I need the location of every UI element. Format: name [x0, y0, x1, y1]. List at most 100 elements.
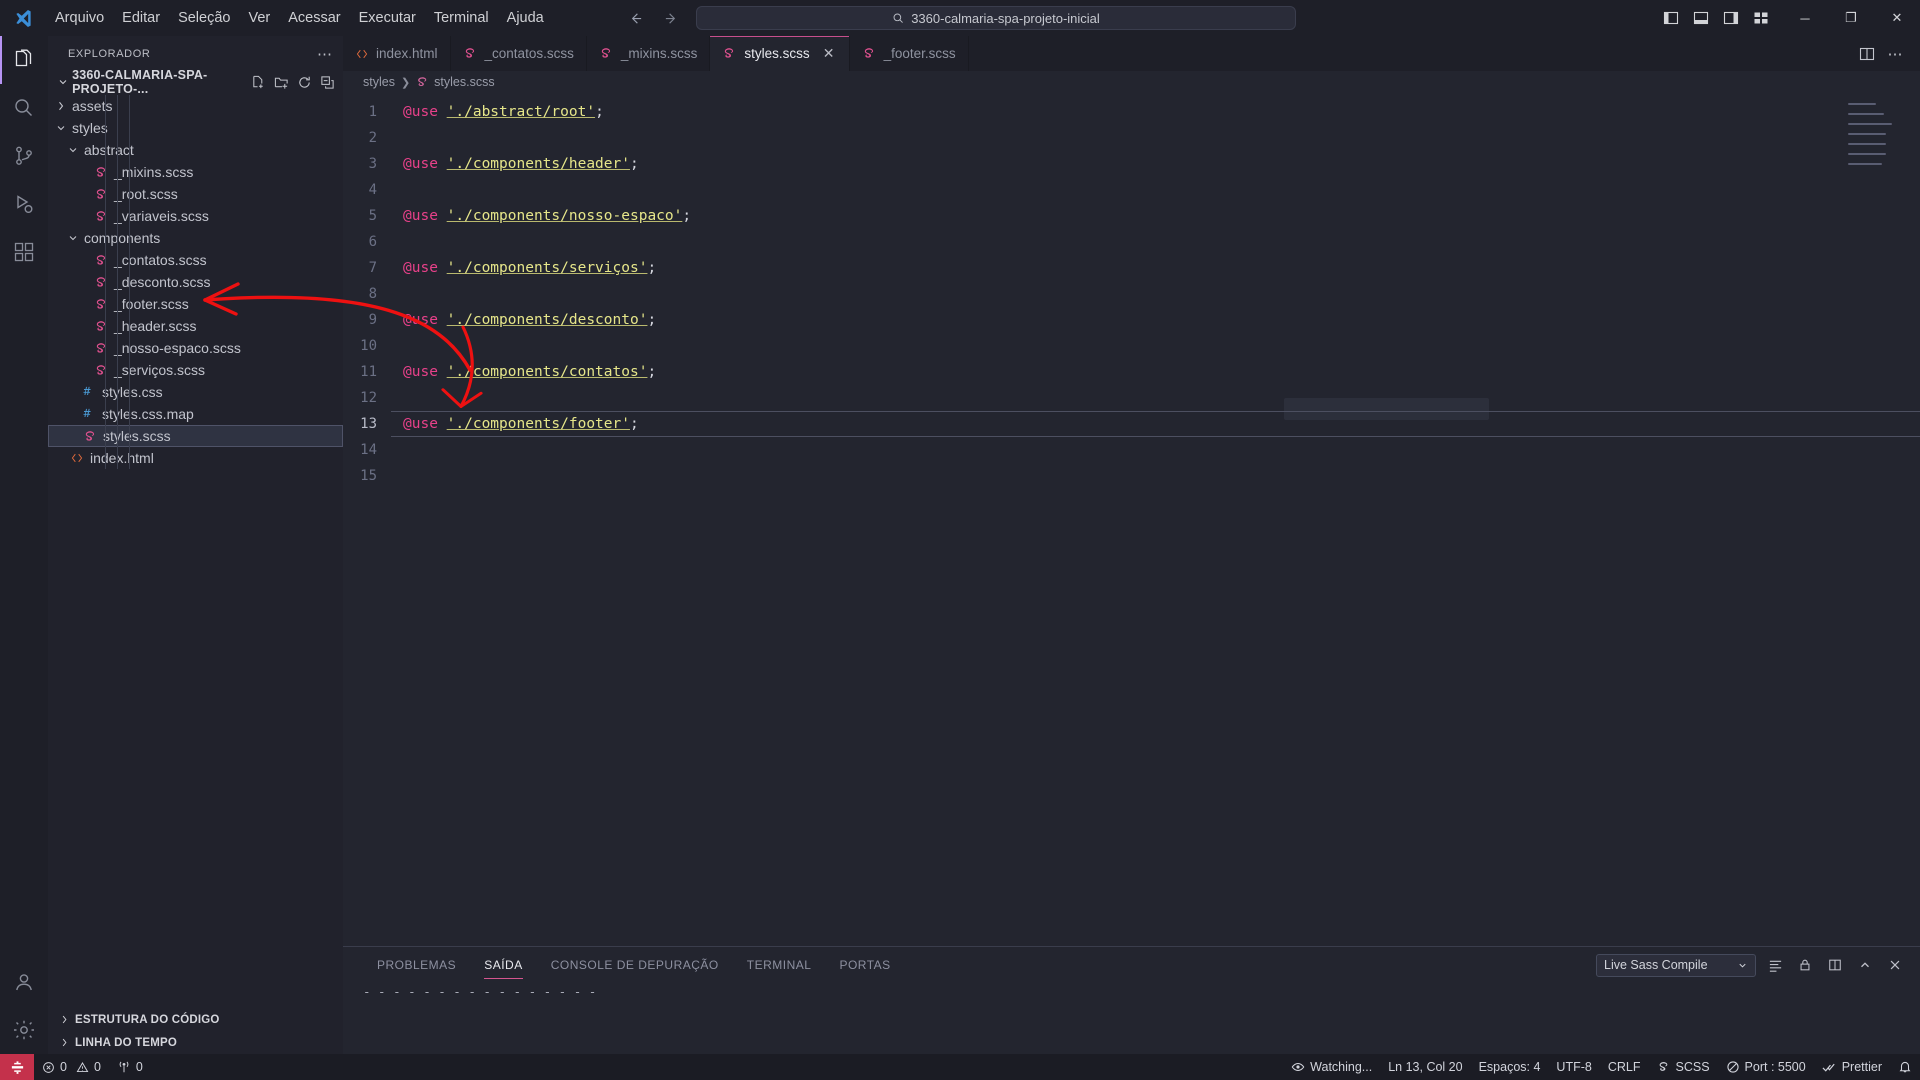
status-prettier[interactable]: Prettier	[1814, 1054, 1890, 1080]
window-maximize-button[interactable]: ❐	[1828, 0, 1874, 36]
tree-item-components[interactable]: components	[48, 227, 343, 249]
section-estrutura-do-codigo[interactable]: ESTRUTURA DO CÓDIGO	[48, 1008, 343, 1031]
new-file-icon[interactable]	[248, 72, 268, 92]
code-line[interactable]	[391, 463, 1920, 489]
tree-item-_servi-os.scss[interactable]: _serviços.scss	[48, 359, 343, 381]
code-line[interactable]	[391, 125, 1920, 151]
clear-output-icon[interactable]	[1764, 954, 1786, 976]
tree-item-_nosso-espaco.scss[interactable]: _nosso-espaco.scss	[48, 337, 343, 359]
tree-item-_footer.scss[interactable]: _footer.scss	[48, 293, 343, 315]
arrow-left-icon[interactable]	[624, 7, 646, 29]
code-string[interactable]: './components/serviços'	[447, 260, 648, 276]
section-linha-do-tempo[interactable]: LINHA DO TEMPO	[48, 1031, 343, 1054]
status-language-mode[interactable]: SCSS	[1649, 1054, 1718, 1080]
tree-item-_desconto.scss[interactable]: _desconto.scss	[48, 271, 343, 293]
menu-executar[interactable]: Executar	[350, 0, 425, 36]
close-icon[interactable]: ✕	[821, 45, 837, 62]
activity-run-and-debug[interactable]	[0, 180, 48, 228]
code-string[interactable]: './components/header'	[447, 156, 630, 172]
tree-item-assets[interactable]: assets	[48, 95, 343, 117]
code-string[interactable]: './abstract/root'	[447, 104, 595, 120]
collapse-all-icon[interactable]	[317, 72, 337, 92]
split-panel-icon[interactable]	[1824, 954, 1846, 976]
chevron-right-icon[interactable]	[54, 100, 68, 112]
activity-manage[interactable]	[0, 1006, 48, 1054]
code-line[interactable]	[391, 437, 1920, 463]
activity-explorer[interactable]	[0, 36, 48, 84]
explorer-file-tree[interactable]: assets styles abstract _mixins.scss _root.sc…	[48, 95, 343, 469]
menu-arquivo[interactable]: Arquivo	[46, 0, 113, 36]
code-line[interactable]: @use './components/footer';	[391, 411, 1920, 437]
code-editor[interactable]: 1 2 3 4 5 6 7 8 9 10 11 12 13 14 15 @use './abstract/r…	[343, 93, 1920, 946]
status-indentation[interactable]: Espaços: 4	[1471, 1054, 1549, 1080]
tree-item-styles[interactable]: styles	[48, 117, 343, 139]
toggle-secondary-sidebar-icon[interactable]	[1718, 5, 1744, 31]
lock-icon[interactable]	[1794, 954, 1816, 976]
arrow-right-icon[interactable]	[660, 7, 682, 29]
minimap[interactable]	[1848, 103, 1908, 168]
command-center[interactable]: 3360-calmaria-spa-projeto-inicial	[696, 6, 1296, 30]
menu-ajuda[interactable]: Ajuda	[498, 0, 553, 36]
customize-layout-icon[interactable]	[1748, 5, 1774, 31]
menu-ver[interactable]: Ver	[239, 0, 279, 36]
chevron-down-icon[interactable]	[54, 122, 68, 134]
tree-item-_variaveis.scss[interactable]: _variaveis.scss	[48, 205, 343, 227]
code-line[interactable]: @use './components/nosso-espaco';	[391, 203, 1920, 229]
editor-tab-bar[interactable]: index.html _contatos.scss _mixins.scss styl…	[343, 36, 1920, 71]
refresh-icon[interactable]	[294, 72, 314, 92]
status-encoding[interactable]: UTF-8	[1548, 1054, 1599, 1080]
code-line[interactable]: @use './components/contatos';	[391, 359, 1920, 385]
toggle-primary-sidebar-icon[interactable]	[1658, 5, 1684, 31]
menu-selecao[interactable]: Seleção	[169, 0, 239, 36]
panel-tab-console-de-depura-o[interactable]: CONSOLE DE DEPURAÇÃO	[537, 947, 733, 983]
window-minimize-button[interactable]: ─	[1782, 0, 1828, 36]
panel-tab-sa-da[interactable]: SAÍDA	[470, 947, 537, 983]
tree-item-_contatos.scss[interactable]: _contatos.scss	[48, 249, 343, 271]
activity-search[interactable]	[0, 84, 48, 132]
code-line[interactable]: @use './abstract/root';	[391, 99, 1920, 125]
maximize-panel-icon[interactable]	[1854, 954, 1876, 976]
panel-tab-portas[interactable]: PORTAS	[825, 947, 904, 983]
tree-item-styles.scss[interactable]: styles.scss	[48, 425, 343, 447]
code-line[interactable]	[391, 177, 1920, 203]
status-eol[interactable]: CRLF	[1600, 1054, 1649, 1080]
code-line[interactable]	[391, 385, 1920, 411]
more-actions-icon[interactable]: ⋯	[1882, 41, 1908, 67]
code-line[interactable]: @use './components/serviços';	[391, 255, 1920, 281]
toggle-panel-icon[interactable]	[1688, 5, 1714, 31]
tree-item-styles.css[interactable]: styles.css	[48, 381, 343, 403]
panel-tab-problemas[interactable]: PROBLEMAS	[363, 947, 470, 983]
editor-tab-_footer.scss[interactable]: _footer.scss	[849, 36, 969, 71]
editor-tab-index.html[interactable]: index.html	[343, 36, 451, 71]
menu-editar[interactable]: Editar	[113, 0, 169, 36]
chevron-down-icon[interactable]	[66, 232, 80, 244]
editor-tab-styles.scss[interactable]: styles.scss ✕	[710, 36, 850, 71]
split-editor-icon[interactable]	[1854, 41, 1880, 67]
editor-tab-_contatos.scss[interactable]: _contatos.scss	[450, 36, 587, 71]
window-close-button[interactable]: ✕	[1874, 0, 1920, 36]
tree-item-_root.scss[interactable]: _root.scss	[48, 183, 343, 205]
menu-terminal[interactable]: Terminal	[425, 0, 498, 36]
status-problems[interactable]: 0 0	[34, 1054, 109, 1080]
code-line[interactable]: @use './components/header';	[391, 151, 1920, 177]
explorer-root-folder[interactable]: 3360-CALMARIA-SPA-PROJETO-...	[48, 68, 343, 96]
activity-accounts[interactable]	[0, 958, 48, 1006]
output-channel-select[interactable]: Live Sass Compile	[1596, 953, 1756, 977]
tree-item-styles.css.map[interactable]: styles.css.map	[48, 403, 343, 425]
breadcrumb-styles[interactable]: styles	[363, 75, 395, 89]
status-ports[interactable]: 0	[109, 1054, 151, 1080]
remote-window-icon[interactable]	[0, 1054, 34, 1080]
code-line[interactable]	[391, 229, 1920, 255]
status-live-sass-watching[interactable]: Watching...	[1283, 1054, 1380, 1080]
panel-tab-terminal[interactable]: TERMINAL	[733, 947, 826, 983]
code-line[interactable]: @use './components/desconto';	[391, 307, 1920, 333]
code-string[interactable]: './components/footer'	[447, 416, 630, 432]
tree-item-index.html[interactable]: index.html	[48, 447, 343, 469]
status-notifications[interactable]	[1890, 1054, 1920, 1080]
breadcrumb[interactable]: styles ❯ styles.scss	[343, 71, 1920, 93]
code-line[interactable]	[391, 333, 1920, 359]
code-line[interactable]	[391, 281, 1920, 307]
tree-item-_mixins.scss[interactable]: _mixins.scss	[48, 161, 343, 183]
close-panel-icon[interactable]	[1884, 954, 1906, 976]
tree-item-abstract[interactable]: abstract	[48, 139, 343, 161]
